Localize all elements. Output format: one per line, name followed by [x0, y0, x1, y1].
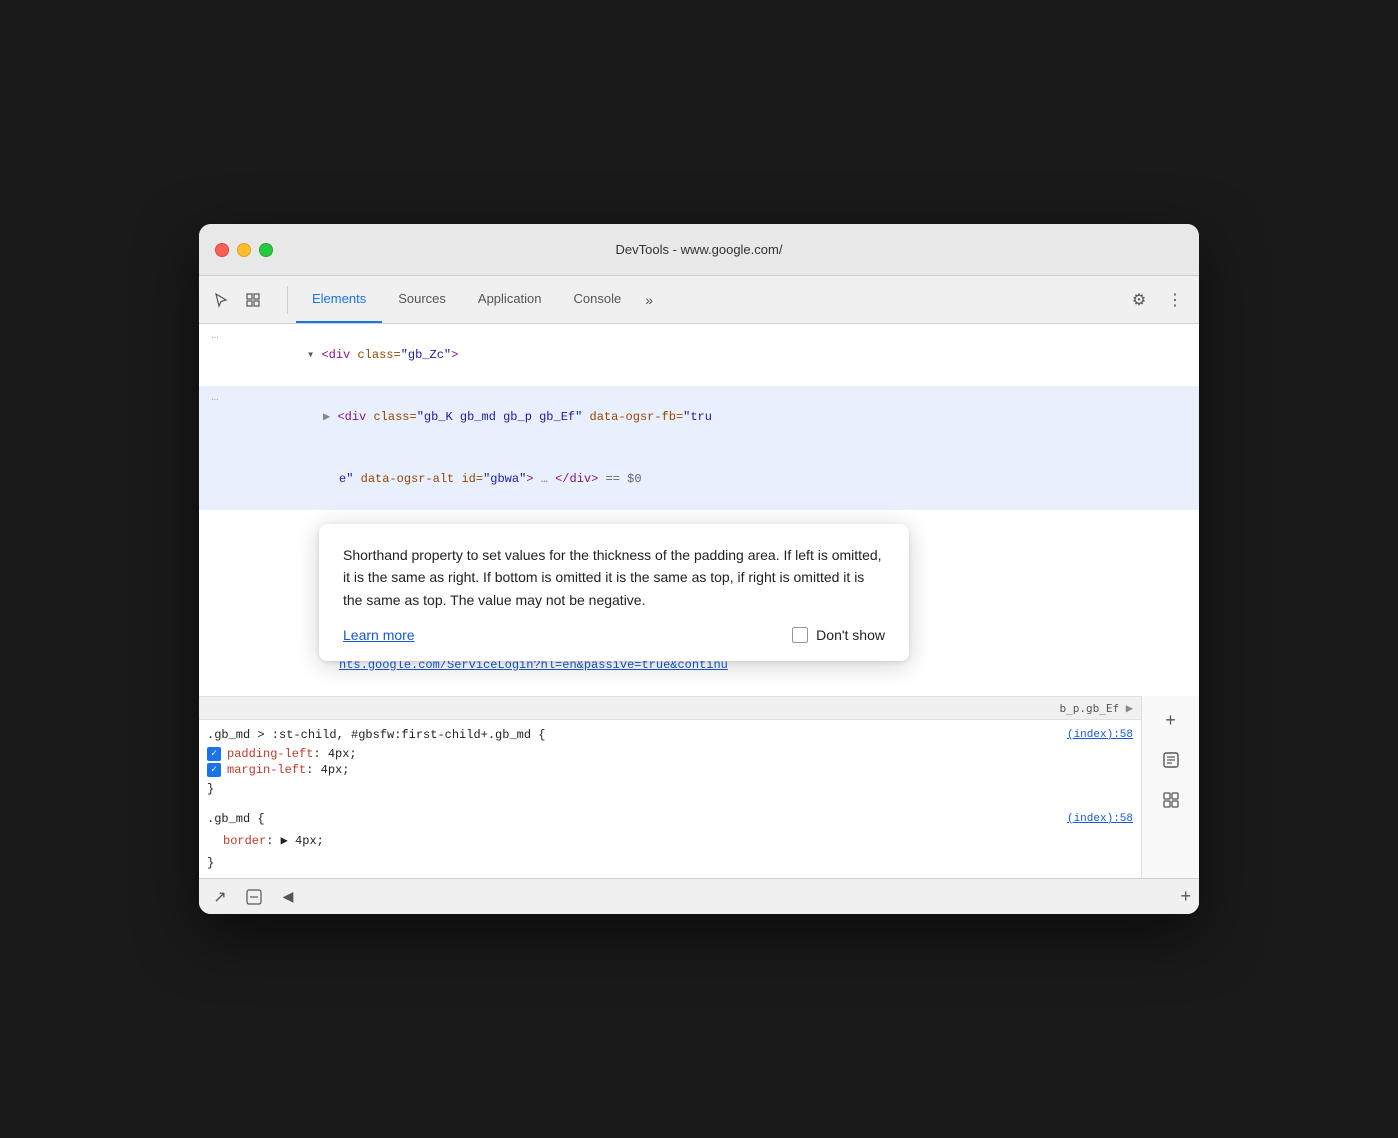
tabs: Elements Sources Application Console » — [296, 276, 1123, 323]
toolbar-divider — [287, 286, 288, 314]
html-line-2[interactable]: … ▶ <div class="gb_K gb_md gb_p gb_Ef" d… — [199, 386, 1199, 448]
left-panel: b_p.gb_Ef ▶ .gb_md > :st-child, #gbsfw:f… — [199, 696, 1141, 878]
css-panel: .gb_md > :st-child, #gbsfw:first-child+.… — [199, 720, 1141, 878]
dont-show-area: Don't show — [792, 627, 885, 643]
css-selector-line-2[interactable]: .gb_md { (index):58 — [199, 808, 1141, 830]
tooltip-description: Shorthand property to set values for the… — [343, 544, 885, 611]
close-button[interactable] — [215, 243, 229, 257]
traffic-lights — [215, 243, 273, 257]
minimize-button[interactable] — [237, 243, 251, 257]
computed-icon-btn[interactable] — [1155, 784, 1187, 816]
bottom-btn-3[interactable]: ◀ — [275, 884, 301, 910]
css-selector-line[interactable]: .gb_md > :st-child, #gbsfw:first-child+.… — [199, 724, 1141, 746]
html-line-3[interactable]: … e" data-ogsr-alt id="gbwa"> … </div> =… — [199, 448, 1199, 510]
right-panel: + — [1141, 696, 1199, 878]
tab-console[interactable]: Console — [558, 276, 638, 323]
css-closing-brace-1: } — [199, 778, 1141, 800]
bottom-toolbar: ↗ ◀ + — [199, 878, 1199, 914]
devtools-window: DevTools - www.google.com/ Elements — [199, 224, 1199, 914]
titlebar: DevTools - www.google.com/ — [199, 224, 1199, 276]
html-line-1[interactable]: … ▾ <div class="gb_Zc"> — [199, 324, 1199, 386]
styles-icon-btn[interactable] — [1155, 744, 1187, 776]
padding-left-checkbox[interactable] — [207, 747, 221, 761]
more-tabs-button[interactable]: » — [637, 292, 661, 308]
add-rule-button[interactable]: + — [1180, 886, 1191, 907]
bottom-btn-1[interactable]: ↗ — [207, 884, 233, 910]
breadcrumb-text: b_p.gb_Ef ▶ — [1060, 701, 1133, 715]
expand-arrow-icon[interactable]: ▶ — [1126, 701, 1133, 715]
tooltip-popover: Shorthand property to set values for the… — [319, 524, 909, 661]
bottom-btn-2[interactable] — [241, 884, 267, 910]
toolbar: Elements Sources Application Console » ⚙… — [199, 276, 1199, 324]
cursor-icon[interactable] — [207, 286, 235, 314]
maximize-button[interactable] — [259, 243, 273, 257]
tab-application[interactable]: Application — [462, 276, 558, 323]
line-expander-2[interactable]: … — [199, 387, 231, 407]
panels-row: b_p.gb_Ef ▶ .gb_md > :st-child, #gbsfw:f… — [199, 696, 1199, 878]
css-rule-margin-left[interactable]: margin-left : 4px; — [199, 762, 1141, 778]
dont-show-checkbox[interactable] — [792, 627, 808, 643]
tooltip-footer: Learn more Don't show — [343, 627, 885, 643]
css-source-link[interactable]: (index):58 — [1067, 725, 1133, 745]
margin-left-checkbox[interactable] — [207, 763, 221, 777]
learn-more-link[interactable]: Learn more — [343, 627, 415, 643]
devtools-content: … ▾ <div class="gb_Zc"> … ▶ <div class="… — [199, 324, 1199, 914]
css-closing-brace-2: } — [199, 852, 1141, 874]
settings-button[interactable]: ⚙ — [1123, 284, 1155, 316]
toolbar-right: ⚙ ⋮ — [1123, 284, 1191, 316]
window-title: DevTools - www.google.com/ — [616, 242, 783, 257]
css-source-link-2[interactable]: (index):58 — [1067, 809, 1133, 829]
breadcrumb-strip: b_p.gb_Ef ▶ — [199, 696, 1141, 720]
triangle-down-icon: ▾ — [307, 348, 321, 362]
line-expander-1[interactable]: … — [199, 325, 231, 345]
dont-show-label: Don't show — [816, 627, 885, 643]
tab-sources[interactable]: Sources — [382, 276, 462, 323]
inspect-icon[interactable] — [239, 286, 267, 314]
spacer — [199, 800, 1141, 808]
css-rule-padding-left[interactable]: padding-left : 4px; — [199, 746, 1141, 762]
more-options-button[interactable]: ⋮ — [1159, 284, 1191, 316]
add-style-button[interactable]: + — [1155, 704, 1187, 736]
css-rule-border[interactable]: border : ▶ 4px; — [199, 830, 1141, 852]
toolbar-icons — [207, 286, 267, 314]
tab-elements[interactable]: Elements — [296, 276, 382, 323]
